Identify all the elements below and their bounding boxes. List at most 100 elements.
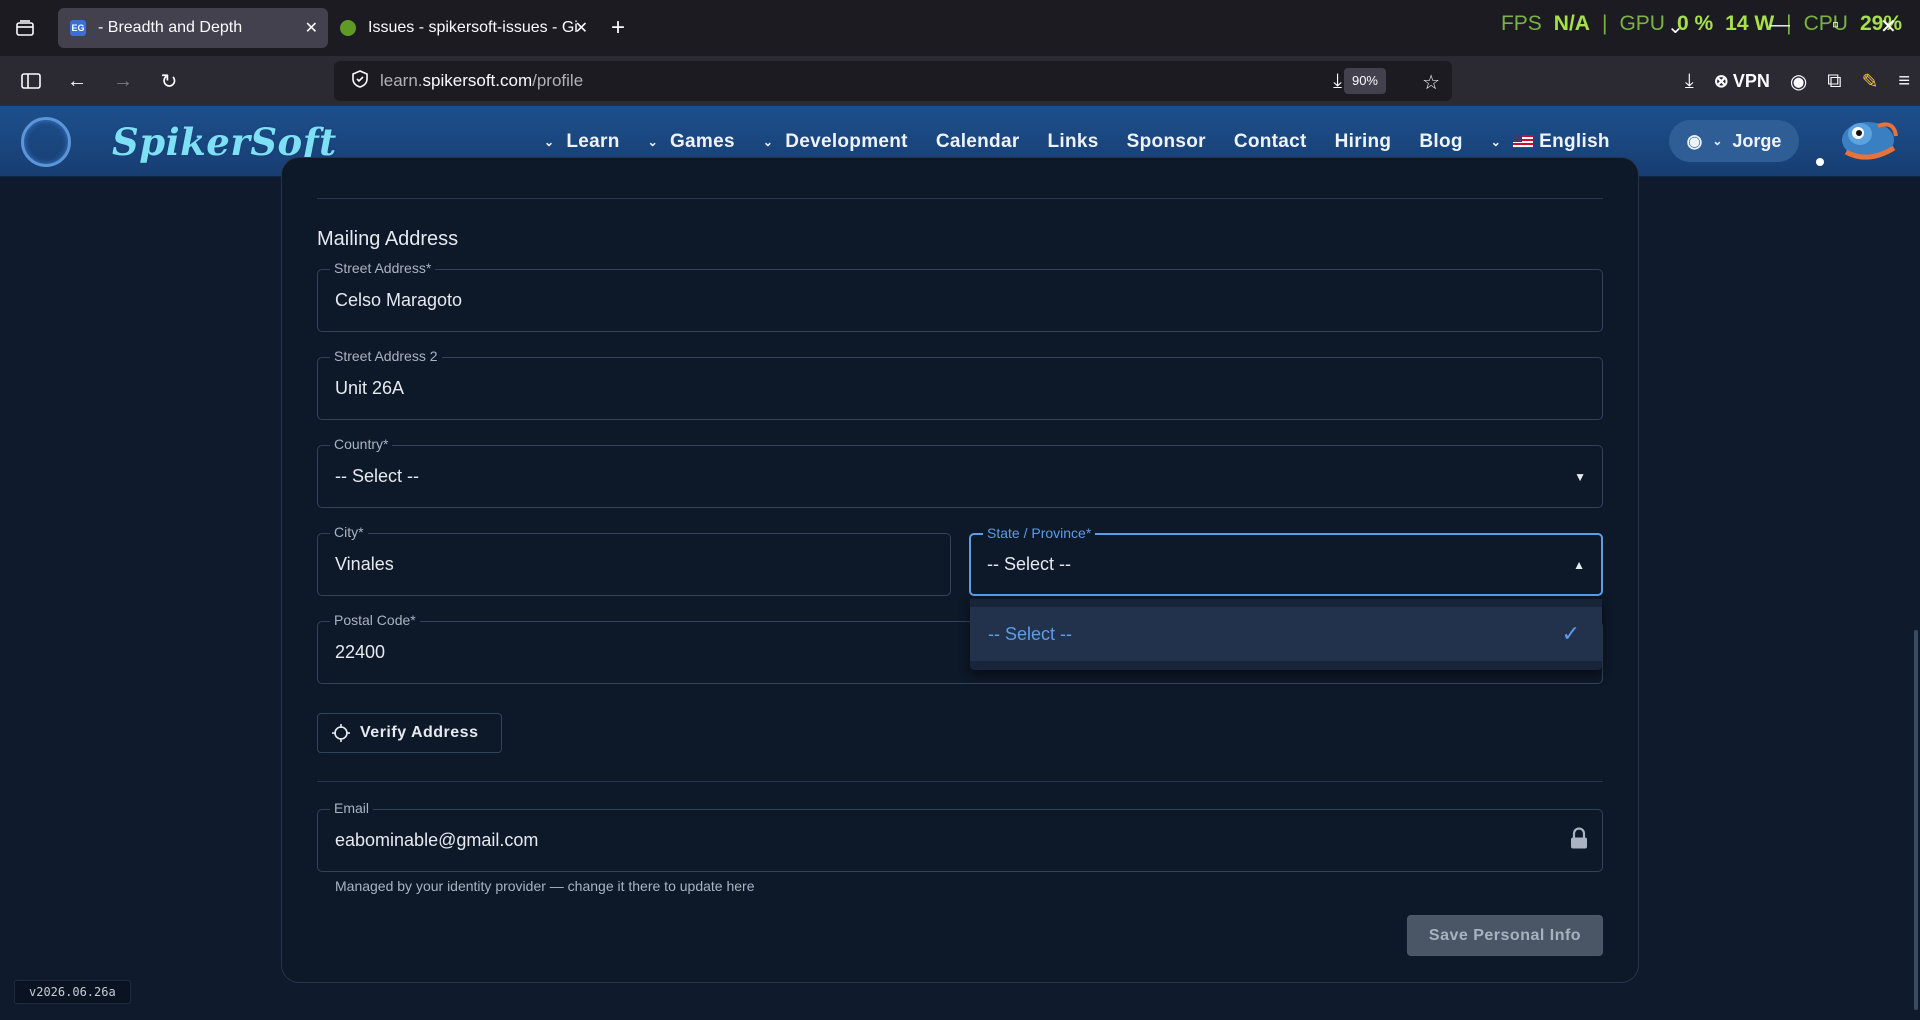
chameleon-mascot-icon[interactable] [1838,112,1900,170]
verify-address-button[interactable]: Verify Address [317,713,502,753]
caret-up-icon: ▲ [1573,557,1585,572]
account-icon[interactable]: ◉ [1790,69,1807,94]
fps-label: FPS [1500,12,1542,35]
street-address-2-field[interactable]: Street Address 2 Unit 26A [317,348,1603,420]
menu-development[interactable]: ⌄ Development [749,131,922,153]
tab-overflow-chevron-icon[interactable]: ⌄ [1667,14,1684,39]
tab-list-icon[interactable] [0,0,50,56]
site-logo-ring-icon[interactable] [21,117,71,167]
forward-arrow-icon[interactable]: → [100,58,146,104]
window-close-icon[interactable]: ✕ [1880,14,1897,39]
minimize-icon[interactable]: — [1770,14,1790,37]
email-help-text: Managed by your identity provider — chan… [335,878,755,894]
state-province-dropdown: -- Select -- ✓ [970,599,1602,670]
menu-label: Blog [1419,130,1463,152]
chevron-down-icon: ⌄ [544,134,555,149]
menu-label: Games [669,130,735,152]
menu-calendar[interactable]: Calendar [922,131,1034,153]
browser-navbar: ← → ↻ learn. spikersoft.com /profile ⤓ 9… [0,56,1920,106]
site-security-shield-icon[interactable] [352,69,368,93]
save-personal-info-button[interactable]: Save Personal Info [1407,915,1603,956]
menu-label: Hiring [1334,130,1392,152]
address-bar[interactable]: learn. spikersoft.com /profile ⤓ 90% ☆ [334,61,1452,101]
tab-title: - Breadth and Depth [98,19,243,36]
email-field[interactable]: Email eabominable@gmail.com [317,800,1603,872]
menu-hiring[interactable]: Hiring [1321,131,1406,153]
field-value: Vinales [335,554,394,574]
field-value: Unit 26A [335,378,405,398]
city-field[interactable]: City* Vinales [317,524,951,596]
field-value: 22400 [335,642,386,662]
menu-links[interactable]: Links [1034,131,1113,153]
chevron-down-icon: ⌄ [1712,134,1723,148]
tab-favicon-icon: EG [70,20,86,36]
url-path: /profile [532,71,584,90]
crosshair-icon [332,724,350,742]
tab-breadth-and-depth[interactable]: EG - Breadth and Depth ✕ [58,8,328,48]
menu-hamburger-icon[interactable]: ≡ [1898,70,1910,93]
menu-label: Development [785,130,908,152]
mailing-address-title: Mailing Address [317,228,459,250]
page-scrollbar[interactable] [1914,630,1918,1010]
vpn-off-icon: ⊗ [1713,70,1729,91]
tab-gitea-issues[interactable]: Issues - spikersoft-issues - Gitea ✕ [328,8,598,48]
gpu-label: GPU [1619,12,1665,35]
new-tab-plus-icon[interactable]: + [598,14,638,42]
save-page-icon[interactable]: ⤓ [1333,70,1342,93]
menu-contact[interactable]: Contact [1220,131,1321,153]
user-name: Jorge [1732,130,1782,151]
verify-address-label: Verify Address [360,724,479,741]
back-arrow-icon[interactable]: ← [54,58,100,104]
browser-tabbar: EG - Breadth and Depth ✕ Issues - spiker… [0,0,1920,56]
watt-value: 14 W [1725,12,1775,35]
caret-down-icon: ▼ [1574,469,1586,484]
maximize-icon[interactable]: ▫ [1832,14,1839,37]
user-circle-icon: ◉ [1686,130,1703,151]
vpn-button[interactable]: ⊗ VPN [1714,71,1770,92]
user-menu-button[interactable]: ◉ ⌄ Jorge [1669,120,1799,162]
cpu-label: CPU [1803,12,1848,35]
downloads-icon[interactable]: ⤓ [1685,70,1694,93]
chevron-down-icon: ⌄ [647,134,658,149]
version-badge: v2026.06.26a [14,980,131,1004]
us-flag-icon [1513,135,1534,148]
menu-label: Calendar [935,130,1020,152]
chevron-down-icon: ⌄ [762,134,774,149]
dropdown-option[interactable]: -- Select -- ✓ [970,607,1602,661]
country-select[interactable]: Country* -- Select -- ▼ [317,436,1603,508]
menu-label: Contact [1233,130,1307,152]
url-subdomain: learn. [380,71,423,90]
street-address-field[interactable]: Street Address* Celso Maragoto [317,260,1603,332]
menu-learn[interactable]: ⌄ Learn [530,131,634,153]
menu-label: Links [1047,130,1099,152]
extension-alert-icon[interactable]: ✎ [1862,69,1879,94]
toolbar-right: ⤓ ⊗ VPN ◉ ⧉ ✎ ≡ [1685,56,1910,106]
field-value: -- Select -- [987,554,1072,574]
field-value: Celso Maragoto [335,290,463,310]
sidebar-toggle-icon[interactable] [8,58,54,104]
menu-language[interactable]: ⌄ English [1477,131,1624,153]
field-value: -- Select -- [335,466,420,486]
menu-label: Learn [566,130,620,152]
section-divider [317,781,1603,782]
bookmark-star-icon[interactable]: ☆ [1422,70,1440,95]
url-host: spikersoft.com [422,71,533,90]
tab-title: Issues - spikersoft-issues - Gitea [368,19,578,36]
extensions-icon[interactable]: ⧉ [1827,70,1841,93]
tab-close-icon[interactable]: ✕ [305,18,318,38]
check-icon: ✓ [1561,621,1580,646]
menu-sponsor[interactable]: Sponsor [1113,131,1220,153]
menu-label: English [1539,130,1610,152]
performance-overlay: FPS N/A | GPU 0 % 14 W | CPU 29% [1501,12,1902,36]
fps-value: N/A [1553,12,1590,35]
menu-games[interactable]: ⌄ Games [634,131,749,153]
tab-close-icon[interactable]: ✕ [575,18,588,38]
menu-label: Sponsor [1126,130,1206,152]
reload-icon[interactable]: ↻ [146,58,192,104]
gitea-favicon-icon [340,20,356,36]
hud-separator: | [1601,12,1608,35]
menu-blog[interactable]: Blog [1405,131,1476,153]
state-province-select[interactable]: State / Province* -- Select -- ▲ [969,525,1603,596]
zoom-level-badge[interactable]: 90% [1343,68,1386,94]
notification-dot [1816,158,1824,166]
